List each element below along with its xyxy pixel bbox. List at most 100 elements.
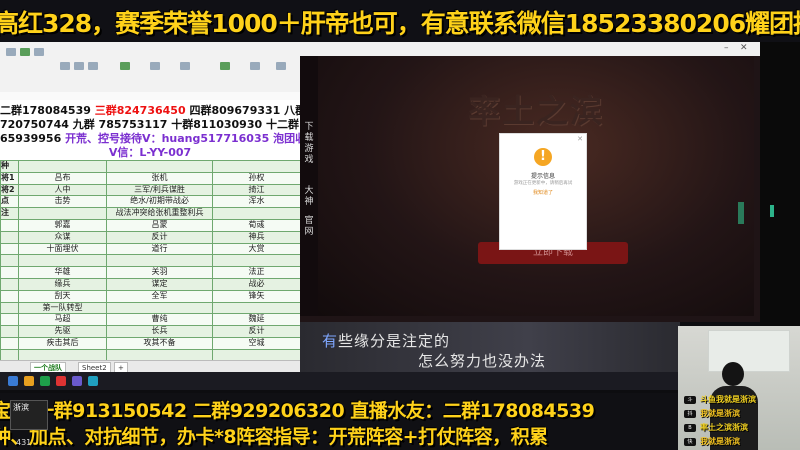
start-icon[interactable] <box>8 376 18 386</box>
align-icon[interactable] <box>150 62 160 70</box>
table-cell[interactable]: 刮天 <box>18 289 107 303</box>
side-download[interactable]: 下载游戏 <box>302 122 316 166</box>
app-icon[interactable] <box>72 376 82 386</box>
sheet-tab-1[interactable]: 一个战队 <box>30 362 66 372</box>
table-cell[interactable]: 三军/利兵谋胜 <box>106 183 213 197</box>
table-cell[interactable]: 全军 <box>106 289 213 303</box>
table-cell[interactable] <box>0 313 19 327</box>
table-cell[interactable] <box>0 325 19 338</box>
folder-icon[interactable] <box>24 376 34 386</box>
table-cell[interactable] <box>0 266 19 279</box>
table-cell[interactable]: 荀彧 <box>212 218 300 232</box>
dialog-ok-link[interactable]: 我知道了 <box>500 189 586 196</box>
bold-icon[interactable] <box>60 62 70 70</box>
table-cell[interactable]: 疾击其后 <box>18 336 107 350</box>
sheet-tab-2[interactable]: Sheet2 <box>78 362 111 372</box>
fill-color-icon[interactable] <box>120 62 130 70</box>
dialog-close-icon[interactable]: ✕ <box>577 135 583 143</box>
table-cell[interactable]: 道行 <box>106 242 213 256</box>
table-cell[interactable]: 反计 <box>106 230 213 244</box>
table-cell[interactable] <box>212 254 300 268</box>
table-cell[interactable]: 将1 <box>0 171 19 185</box>
sheet-grid[interactable]: 种将1 吕布 张机 孙权将2 人中 三军/利兵谋胜 掎江点击势 绝水/初期带战必 浑水注 战法冲突… <box>0 160 300 372</box>
add-sheet-tab[interactable]: + <box>114 362 128 372</box>
table-cell[interactable]: 锋矢 <box>212 289 300 303</box>
lineup-table[interactable]: 种将1 吕布 张机 孙权将2 人中 三军/利兵谋胜 掎江点击势 绝水/初期带战必 浑水注 战法冲突… <box>0 160 300 372</box>
table-cell[interactable] <box>106 254 213 268</box>
table-cell[interactable] <box>212 207 300 220</box>
table-cell[interactable] <box>18 207 107 220</box>
spreadsheet-window[interactable]: 二群178084539 三群824736450 四群809679331 八群 7… <box>0 42 300 372</box>
table-cell[interactable]: 吕蒙 <box>106 218 213 232</box>
table-cell[interactable]: 掎江 <box>212 183 300 197</box>
table-cell[interactable]: 十面埋伏 <box>18 242 107 256</box>
table-cell[interactable]: 马超 <box>18 313 107 327</box>
underline-icon[interactable] <box>88 62 98 70</box>
table-cell[interactable]: 空城 <box>212 336 300 350</box>
side-official-site[interactable]: 官网 <box>302 216 316 238</box>
table-cell[interactable]: 孙权 <box>212 171 300 185</box>
table-cell[interactable] <box>0 230 19 244</box>
table-cell[interactable] <box>0 301 19 315</box>
table-cell[interactable]: 大赏 <box>212 242 300 256</box>
table-cell[interactable]: 神兵 <box>212 230 300 244</box>
italic-icon[interactable] <box>74 62 84 70</box>
table-cell[interactable]: 绝水/初期带战必 <box>106 195 213 209</box>
table-cell[interactable]: 张机 <box>106 171 213 185</box>
table-cell[interactable] <box>106 160 213 173</box>
table-cell[interactable]: 浑水 <box>212 195 300 209</box>
table-cell[interactable]: 人中 <box>18 183 107 197</box>
table-cell[interactable] <box>0 218 19 232</box>
streamer-head <box>722 362 744 386</box>
table-cell[interactable]: 将2 <box>0 183 19 197</box>
table-cell[interactable]: 郭嘉 <box>18 218 107 232</box>
sort-icon[interactable] <box>250 62 260 70</box>
table-cell[interactable]: 法正 <box>212 266 300 279</box>
table-cell[interactable]: 缘兵 <box>18 277 107 291</box>
scroll-tab[interactable] <box>738 202 744 224</box>
table-cell[interactable] <box>0 289 19 303</box>
format-icon[interactable] <box>220 62 230 70</box>
table-cell[interactable]: 注 <box>0 207 19 220</box>
table-cell[interactable]: 谋定 <box>106 277 213 291</box>
table-cell[interactable] <box>212 160 300 173</box>
chat-icon[interactable] <box>88 376 98 386</box>
table-cell[interactable]: 第一队转型 <box>18 301 107 315</box>
filter-icon[interactable] <box>276 62 286 70</box>
table-cell[interactable]: 点 <box>0 195 19 209</box>
table-cell[interactable] <box>0 336 19 350</box>
table-cell[interactable]: 长兵 <box>106 325 213 338</box>
table-cell[interactable] <box>106 301 213 315</box>
douyin-badge-icon: 抖 <box>684 410 696 418</box>
dialog-title: 提示信息 <box>530 173 555 180</box>
table-cell[interactable]: 众谋 <box>18 230 107 244</box>
table-cell[interactable]: 战必 <box>212 277 300 291</box>
table-cell[interactable]: 反计 <box>212 325 300 338</box>
table-cell[interactable]: 曹纯 <box>106 313 213 327</box>
game-launcher-window[interactable]: – ✕ 下载游戏 大神 官网 率土之滨 立即下载 ✕ ! 提示信息 游戏正在更新… <box>300 42 760 322</box>
table-cell[interactable]: 吕布 <box>18 171 107 185</box>
table-cell[interactable]: 种 <box>0 160 19 173</box>
table-cell[interactable]: 关羽 <box>106 266 213 279</box>
excel-icon[interactable] <box>40 376 50 386</box>
table-cell[interactable]: 战法冲突给张机重整利兵 <box>106 207 213 220</box>
table-cell[interactable] <box>212 301 300 315</box>
table-cell[interactable] <box>0 254 19 268</box>
table-cell[interactable]: 击势 <box>18 195 107 209</box>
close-icon[interactable]: ✕ <box>740 43 748 53</box>
save-icon[interactable] <box>20 48 30 56</box>
minimize-icon[interactable]: – <box>724 43 729 53</box>
table-cell[interactable] <box>18 254 107 268</box>
browser-icon[interactable] <box>56 376 66 386</box>
table-cell[interactable] <box>18 160 107 173</box>
side-dashen[interactable]: 大神 <box>302 186 316 208</box>
table-cell[interactable]: 华雄 <box>18 266 107 279</box>
undo-icon[interactable] <box>34 48 44 56</box>
table-cell[interactable] <box>0 277 19 291</box>
table-cell[interactable] <box>0 242 19 256</box>
table-cell[interactable]: 魏延 <box>212 313 300 327</box>
merge-icon[interactable] <box>180 62 190 70</box>
file-icon[interactable] <box>6 48 16 56</box>
table-cell[interactable]: 先驱 <box>18 325 107 338</box>
table-cell[interactable]: 攻其不备 <box>106 336 213 350</box>
